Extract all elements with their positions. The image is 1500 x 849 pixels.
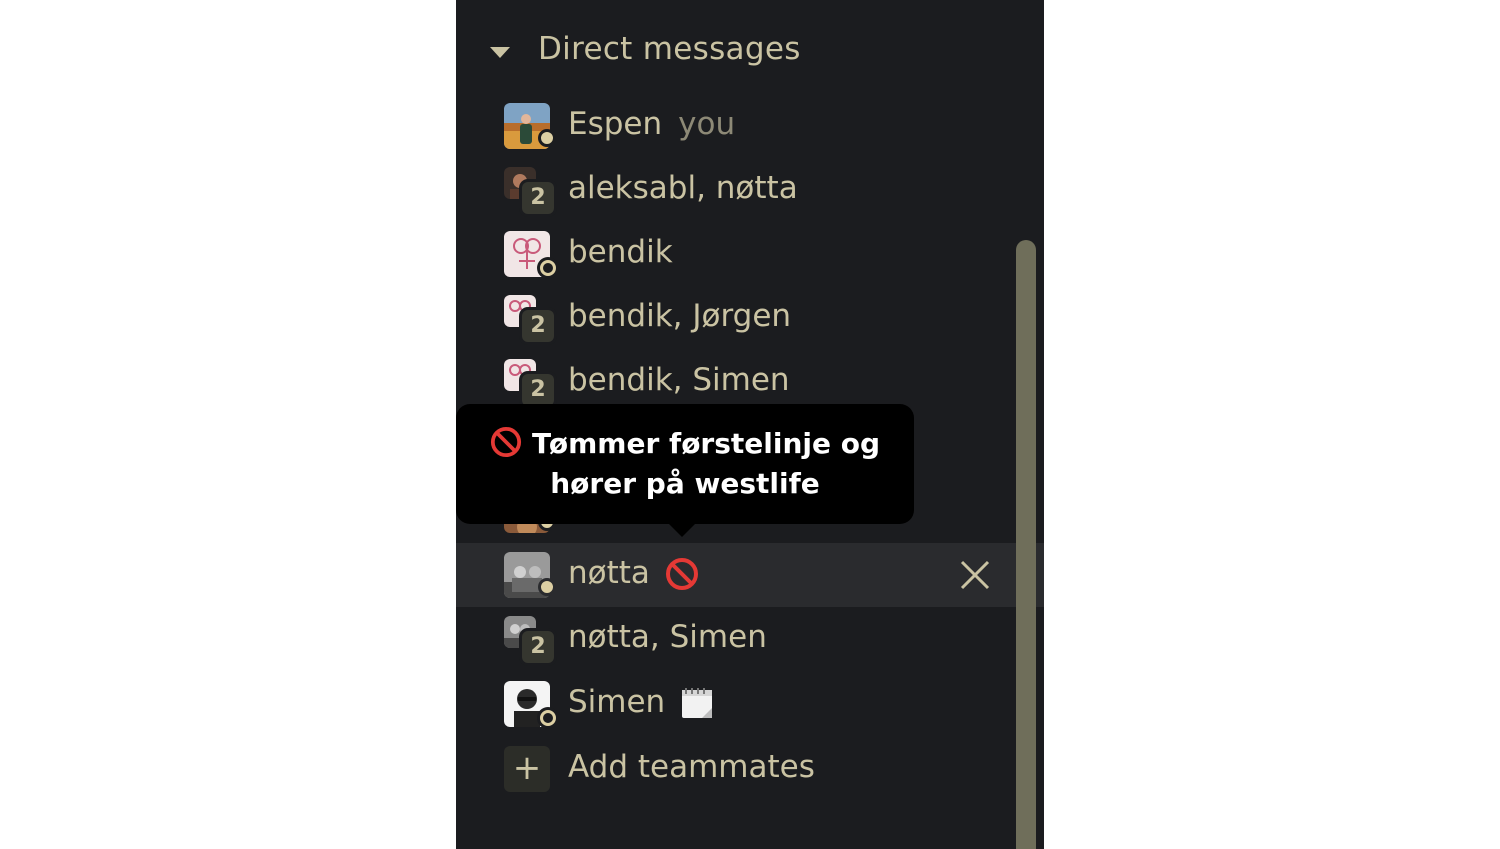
add-teammates-row[interactable]: + Add teammates (456, 737, 1016, 801)
direct-messages-header[interactable]: Direct messages (456, 22, 1044, 82)
status-online-icon (538, 578, 556, 596)
dm-row-notta[interactable]: nøtta (456, 543, 1044, 607)
dm-name: bendik (568, 234, 673, 270)
member-count-badge: 2 (522, 631, 554, 663)
add-teammates-label: Add teammates (568, 749, 815, 785)
member-count-badge: 2 (522, 182, 554, 214)
dm-name: Espen (568, 106, 663, 142)
dm-name: bendik, Jørgen (568, 298, 792, 334)
dm-name: Simen (568, 684, 666, 720)
tooltip-line-1: Tømmer førstelinje og (456, 424, 914, 464)
dm-row-notta-simen[interactable]: 2 nøtta, Simen (456, 607, 1016, 671)
plus-icon[interactable]: + (504, 746, 550, 792)
notepad-icon[interactable] (680, 686, 714, 720)
dm-name: aleksabl, nøtta (568, 170, 798, 206)
tooltip-arrow (668, 523, 696, 537)
status-away-icon (540, 260, 556, 276)
dm-name: nøtta, Simen (568, 619, 767, 655)
dm-row-bendik[interactable]: bendik (456, 222, 1016, 286)
scrollbar[interactable] (1016, 240, 1036, 849)
section-title: Direct messages (538, 31, 801, 67)
dm-row-simen[interactable]: Simen (456, 672, 1016, 736)
you-label: you (678, 106, 736, 142)
tooltip-text-2: hører på westlife (550, 467, 820, 500)
member-count-badge: 2 (522, 374, 554, 406)
status-tooltip: Tømmer førstelinje og hører på westlife (456, 404, 914, 524)
dm-name: bendik, Simen (568, 362, 790, 398)
close-icon[interactable] (958, 558, 992, 592)
status-away-icon (540, 710, 556, 726)
caret-down-icon[interactable] (490, 47, 510, 58)
member-count-badge: 2 (522, 310, 554, 342)
no-entry-icon[interactable] (665, 557, 699, 591)
no-entry-icon (490, 426, 522, 458)
dm-name: nøtta (568, 555, 650, 591)
dm-row-aleksabl-notta[interactable]: 2 aleksabl, nøtta (456, 158, 1016, 222)
tooltip-text-1: Tømmer førstelinje og (531, 427, 881, 460)
dm-row-bendik-jorgen[interactable]: 2 bendik, Jørgen (456, 286, 1016, 350)
status-online-icon (538, 129, 556, 147)
dm-row-espen[interactable]: Espen you (456, 94, 1016, 158)
